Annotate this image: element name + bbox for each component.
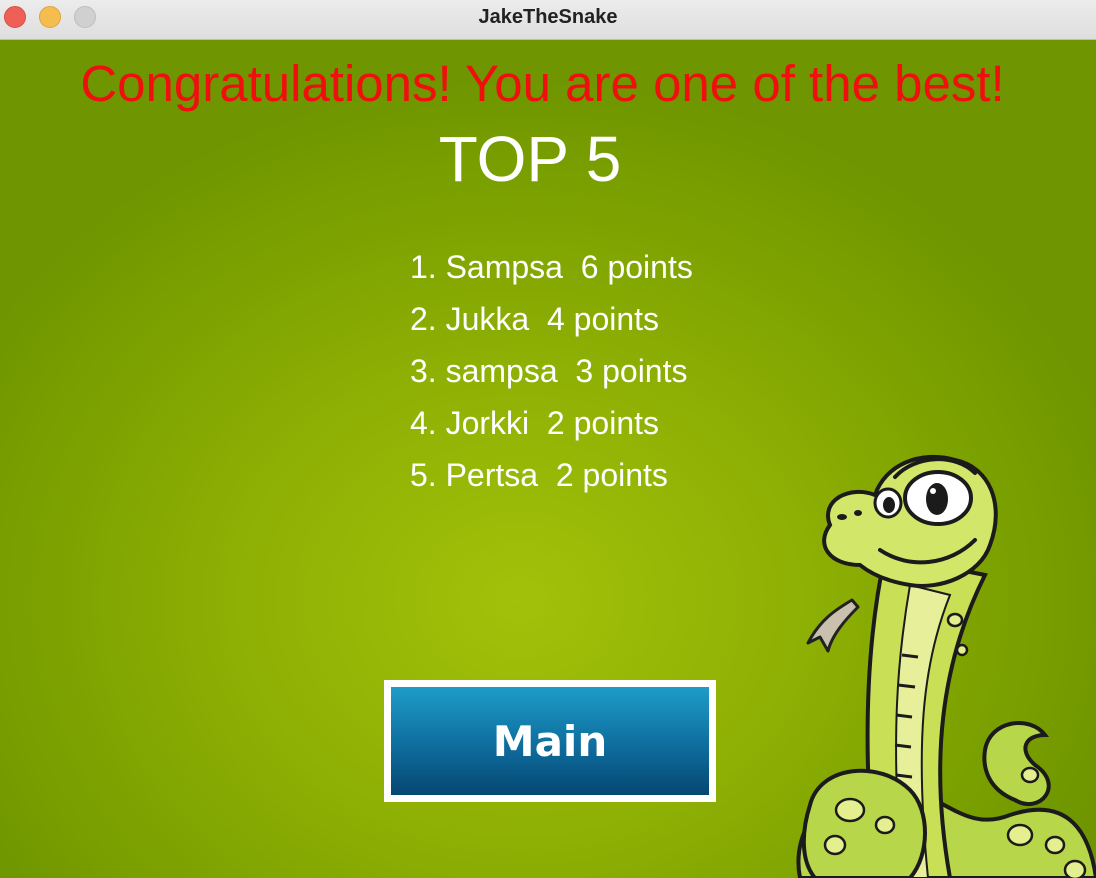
main-menu-button[interactable]: Main (384, 680, 716, 802)
score-row: 2. Jukka 4 points (410, 301, 660, 337)
top-scores-heading: TOP 5 (438, 123, 622, 195)
window-title: JakeTheSnake (478, 6, 618, 28)
congratulations-message: Congratulations! You are one of the best… (80, 55, 1005, 112)
score-row: 4. Jorkki 2 points (410, 405, 659, 441)
title-bar[interactable]: JakeTheSnake (0, 0, 1096, 40)
high-score-screen: Congratulations! You are one of the best… (0, 40, 1096, 878)
app-window: JakeTheSnake Congratulations! You are on… (0, 0, 1096, 878)
score-row: 1. Sampsa 6 points (410, 249, 693, 285)
high-score-list: 1. Sampsa 6 points 2. Jukka 4 points 3. … (410, 243, 693, 503)
snake-mascot-icon (796, 454, 1096, 878)
score-row: 3. sampsa 3 points (410, 353, 688, 389)
score-row: 5. Pertsa 2 points (410, 457, 668, 493)
